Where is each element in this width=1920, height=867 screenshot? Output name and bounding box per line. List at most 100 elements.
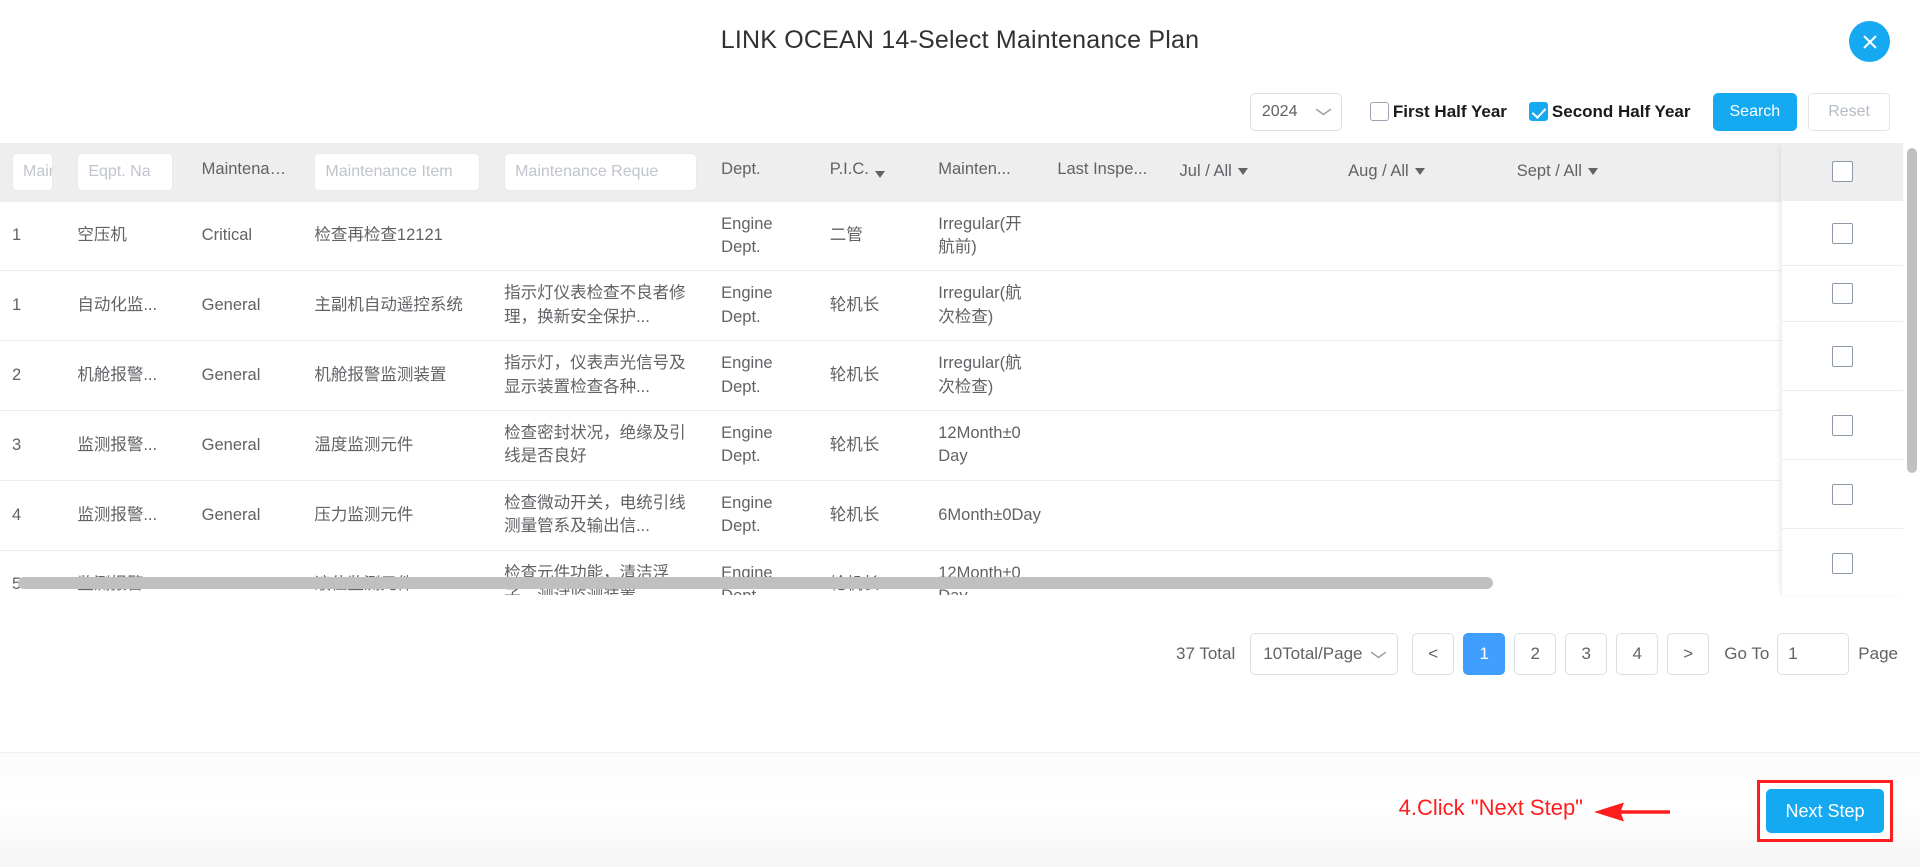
filter-bar: 2024 First Half Year Second Half Year Se… xyxy=(0,80,1920,143)
table-row[interactable]: 3 监测报警... General 温度监测元件 检查密封状况，绝缘及引线是否良… xyxy=(0,410,1802,481)
column-header-maint-type: Maintenan... xyxy=(189,143,303,202)
index-filter-input[interactable]: Maint xyxy=(12,152,54,191)
page-button-4[interactable]: 4 xyxy=(1616,633,1659,675)
annotation-text: 4.Click "Next Step" xyxy=(1398,795,1583,820)
cell-pic: 轮机长 xyxy=(817,270,927,342)
cell-index[interactable]: 2 xyxy=(0,340,66,412)
cell-eqpt-name: 监测报警... xyxy=(65,410,190,481)
row-select-cell xyxy=(1782,322,1903,391)
row-select-cell xyxy=(1782,201,1903,266)
cell-maint-req xyxy=(492,201,710,272)
goto-label: Go To xyxy=(1724,644,1770,663)
page-button-2[interactable]: 2 xyxy=(1514,633,1557,675)
page-button-3[interactable]: 3 xyxy=(1565,633,1608,675)
eqpt-name-filter-input[interactable]: Eqpt. Na xyxy=(77,152,174,191)
row-checkbox[interactable] xyxy=(1832,483,1853,505)
second-half-year-checkbox[interactable]: Second Half Year xyxy=(1528,101,1691,122)
row-checkbox[interactable] xyxy=(1832,222,1853,244)
cell-maint-req: 指示灯，仪表声光信号及显示装置检查各种... xyxy=(492,340,710,412)
cell-last-inspection xyxy=(1045,410,1168,481)
column-header-dept: Dept. xyxy=(709,143,818,202)
cell-aug xyxy=(1336,340,1505,412)
horizontal-scrollbar-thumb[interactable] xyxy=(18,577,1493,589)
cell-maint-req: 检查微动开关，电统引线测量管系及输出信... xyxy=(492,480,710,551)
cell-aug xyxy=(1336,270,1505,342)
cell-maint-interval: Irregular(航次检查) xyxy=(926,340,1046,412)
cell-maint-item: 机舱报警监测装置 xyxy=(302,340,493,412)
cell-maint-type: General xyxy=(189,410,303,481)
table-row[interactable]: 2 机舱报警... General 机舱报警监测装置 指示灯，仪表声光信号及显示… xyxy=(0,340,1802,412)
reset-button[interactable]: Reset xyxy=(1808,92,1890,131)
cell-sept xyxy=(1504,270,1674,342)
row-checkbox[interactable] xyxy=(1832,283,1853,304)
cell-maint-item: 温度监测元件 xyxy=(302,410,493,481)
cell-maint-interval: 6Month±0Day xyxy=(926,480,1046,551)
chevron-down-icon[interactable] xyxy=(1414,168,1425,176)
cell-dept: Engine Dept. xyxy=(709,340,818,412)
cell-eqpt-name: 监测报警... xyxy=(65,480,190,551)
row-select-cell xyxy=(1782,266,1903,322)
table-row[interactable]: 1 空压机 Critical 检查再检查12121 Engine Dept. 二… xyxy=(0,201,1802,272)
column-header-maint-req: Maintenance Reque xyxy=(492,143,710,202)
page-size-select[interactable]: 10Total/Page xyxy=(1250,633,1399,675)
second-half-year-label: Second Half Year xyxy=(1551,101,1691,121)
goto-page-input[interactable] xyxy=(1777,633,1850,675)
chevron-down-icon[interactable] xyxy=(1237,168,1248,176)
column-header-jul[interactable]: Jul / All xyxy=(1167,143,1337,202)
cell-dept: Engine Dept. xyxy=(709,201,818,272)
select-all-checkbox[interactable] xyxy=(1832,161,1853,182)
next-step-highlight: Next Step xyxy=(1757,780,1893,842)
cell-maint-req: 检查密封状况，绝缘及引线是否良好 xyxy=(492,410,710,481)
checkbox-box-checked xyxy=(1528,102,1548,121)
row-select-cell xyxy=(1782,529,1903,595)
cell-sept xyxy=(1504,201,1674,272)
row-checkbox[interactable] xyxy=(1832,414,1853,436)
select-column-fixed xyxy=(1781,143,1903,595)
cell-index[interactable]: 1 xyxy=(0,201,66,272)
total-count-label: 37 Total xyxy=(1176,644,1236,663)
year-select[interactable]: 2024 xyxy=(1249,92,1342,131)
checkbox-box xyxy=(1369,102,1389,121)
next-page-button[interactable]: > xyxy=(1667,633,1710,675)
maint-item-filter-input[interactable]: Maintenance Item xyxy=(314,152,481,191)
table-body: 1 空压机 Critical 检查再检查12121 Engine Dept. 二… xyxy=(0,201,1802,595)
row-checkbox[interactable] xyxy=(1832,345,1853,367)
cell-maint-type: General xyxy=(189,480,303,551)
cell-maint-item: 主副机自动遥控系统 xyxy=(302,270,493,342)
prev-page-button[interactable]: < xyxy=(1412,633,1455,675)
column-header-pic[interactable]: P.I.C. xyxy=(817,143,927,202)
cell-maint-req: 指示灯仪表检查不良者修理，换新安全保护... xyxy=(492,270,710,342)
modal-footer: 4.Click "Next Step" Next Step xyxy=(0,752,1920,867)
close-icon[interactable] xyxy=(1849,21,1890,62)
column-header-sept[interactable]: Sept / All xyxy=(1504,143,1674,202)
cell-index[interactable]: 3 xyxy=(0,410,66,481)
cell-jul xyxy=(1167,480,1337,551)
chevron-down-icon xyxy=(1315,104,1332,119)
cell-eqpt-name: 机舱报警... xyxy=(65,340,190,412)
table-row[interactable]: 4 监测报警... General 压力监测元件 检查微动开关，电统引线测量管系… xyxy=(0,480,1802,551)
maint-req-filter-input[interactable]: Maintenance Reque xyxy=(504,152,698,191)
vertical-scrollbar-thumb[interactable] xyxy=(1907,148,1917,473)
cell-dept: Engine Dept. xyxy=(709,270,818,342)
cell-index[interactable]: 1 xyxy=(0,270,66,342)
sort-down-icon[interactable] xyxy=(874,170,885,178)
first-half-year-label: First Half Year xyxy=(1392,101,1507,121)
cell-maint-interval: 12Month±0 Day xyxy=(926,410,1046,481)
horizontal-scrollbar-track[interactable] xyxy=(0,577,1802,589)
chevron-down-icon[interactable] xyxy=(1587,168,1598,176)
cell-jul xyxy=(1167,410,1337,481)
modal-header: LINK OCEAN 14-Select Maintenance Plan xyxy=(0,0,1920,80)
cell-index[interactable]: 4 xyxy=(0,480,66,551)
page-button-1[interactable]: 1 xyxy=(1463,633,1506,675)
cell-maint-interval: Irregular(航次检查) xyxy=(926,270,1046,342)
next-step-button[interactable]: Next Step xyxy=(1766,789,1884,833)
row-select-cell xyxy=(1782,460,1903,529)
table-viewport: Maint Eqpt. Na Maintenan... Maintenance … xyxy=(0,143,1903,595)
row-checkbox[interactable] xyxy=(1832,552,1853,574)
cell-sept xyxy=(1504,480,1674,551)
search-button[interactable]: Search xyxy=(1712,92,1798,131)
table-row[interactable]: 1 自动化监... General 主副机自动遥控系统 指示灯仪表检查不良者修理… xyxy=(0,270,1802,342)
cell-maint-type: General xyxy=(189,340,303,412)
first-half-year-checkbox[interactable]: First Half Year xyxy=(1369,101,1507,122)
column-header-aug[interactable]: Aug / All xyxy=(1336,143,1505,202)
